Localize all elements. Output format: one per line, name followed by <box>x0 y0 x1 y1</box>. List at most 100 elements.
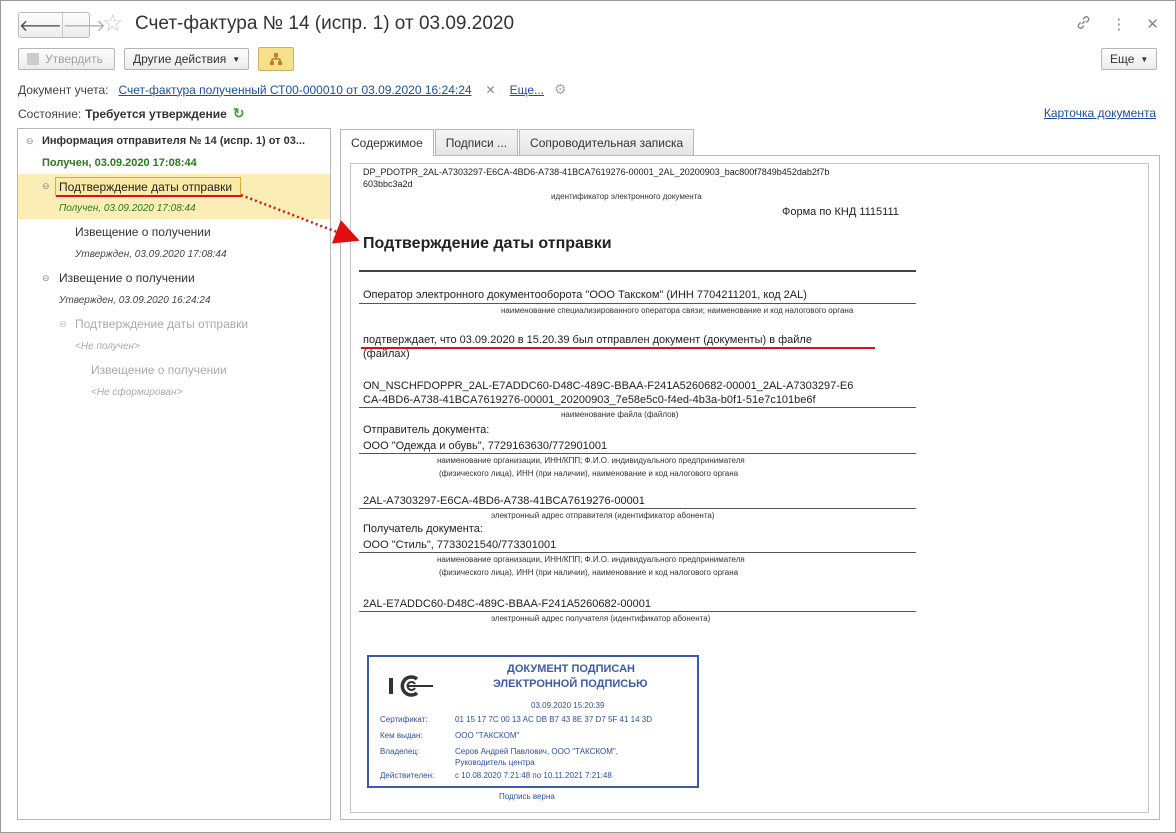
file-id-line: DP_PDOTPR_2AL-A7303297-E6CA-4BD6-A738-41… <box>363 167 830 177</box>
tree-item-label: Извещение о получении <box>91 363 227 377</box>
document-window: 🡐 🡒 ☆ Счет-фактура № 14 (испр. 1) от 03.… <box>0 0 1176 833</box>
favorite-star-icon[interactable]: ☆ <box>102 11 124 37</box>
content-panel: DP_PDOTPR_2AL-A7303297-E6CA-4BD6-A738-41… <box>340 155 1160 820</box>
tree-item-label: Подтверждение даты отправки <box>75 317 249 331</box>
document-tree: ⊖ Информация отправителя № 14 (испр. 1) … <box>17 128 331 820</box>
divider <box>359 453 916 454</box>
file-name-caption: наименование файла (файлов) <box>561 410 679 419</box>
document-label: Документ учета: <box>18 82 109 97</box>
back-arrow-icon[interactable]: 🡐 <box>19 13 62 37</box>
refresh-icon[interactable]: ↻ <box>233 105 245 122</box>
heading-divider <box>359 270 916 272</box>
tree-item-status: <Не получен> <box>75 341 140 352</box>
tree-item-status: Утвержден, 03.09.2020 16:24:24 <box>59 295 211 306</box>
stamp-valid-label: Действителен: <box>380 771 435 780</box>
hierarchy-icon <box>270 53 282 65</box>
window-title: Счет-фактура № 14 (испр. 1) от 03.09.202… <box>135 13 515 34</box>
more-button-label: Еще <box>1110 52 1135 66</box>
tree-root-status: Получен, 03.09.2020 17:08:44 <box>42 157 197 169</box>
annotation-underline <box>361 347 875 349</box>
1c-logo <box>389 675 433 697</box>
collapse-icon[interactable]: ⊖ <box>42 181 50 192</box>
navigation-buttons: 🡐 🡒 <box>18 12 106 38</box>
tab-content[interactable]: Содержимое <box>340 129 434 156</box>
link-icon[interactable] <box>1076 15 1091 34</box>
document-heading: Подтверждение даты отправки <box>363 235 612 252</box>
file-id-line: 603bbc3a2d <box>363 179 413 189</box>
window-controls: ⋮ ✕ <box>1076 15 1159 34</box>
more-vertical-icon[interactable]: ⋮ <box>1111 15 1126 34</box>
org-caption: (физического лица), ИНН (при наличии), н… <box>439 469 739 478</box>
receiver-address-caption: электронный адрес получателя (идентифика… <box>491 614 711 623</box>
close-icon[interactable]: ✕ <box>1146 15 1159 34</box>
document-view[interactable]: DP_PDOTPR_2AL-A7303297-E6CA-4BD6-A738-41… <box>350 163 1149 813</box>
collapse-icon[interactable]: ⊖ <box>59 319 67 330</box>
receiver-value: ООО "Стиль", 7733021540/773301001 <box>363 539 557 551</box>
stamp-title: ЭЛЕКТРОННОЙ ПОДПИСЬЮ <box>493 678 648 690</box>
sender-label: Отправитель документа: <box>363 424 490 436</box>
approve-icon <box>27 53 39 65</box>
form-code: Форма по КНД 1115111 <box>782 206 899 218</box>
tree-item-status: <Не сформирован> <box>91 387 183 398</box>
stamp-owner-label: Владелец: <box>380 747 420 756</box>
confirm-text: (файлах) <box>363 348 410 360</box>
content-tabs: Содержимое Подписи ... Сопроводительная … <box>340 129 695 156</box>
confirm-text: подтверждает, что 03.09.2020 в 15.20.39 … <box>363 334 812 346</box>
document-link[interactable]: Счет-фактура полученный СТ00-000010 от 0… <box>118 83 471 97</box>
stamp-owner-value: Руководитель центра <box>455 758 535 767</box>
approve-button[interactable]: Утвердить <box>18 48 115 70</box>
annotation-underline <box>56 195 242 197</box>
tree-root-label: Информация отправителя № 14 (испр. 1) от… <box>42 135 305 147</box>
stamp-datetime: 03.09.2020 15:20:39 <box>531 701 605 710</box>
chevron-down-icon: ▼ <box>232 54 241 64</box>
divider <box>359 611 916 612</box>
signature-status: Подпись верна <box>499 792 555 801</box>
document-card-link[interactable]: Карточка документа <box>1044 106 1156 120</box>
clear-icon[interactable]: ✕ <box>486 83 496 97</box>
divider <box>359 552 916 553</box>
divider <box>359 508 916 509</box>
signature-stamp: ДОКУМЕНТ ПОДПИСАН ЭЛЕКТРОННОЙ ПОДПИСЬЮ 0… <box>367 655 699 788</box>
approve-button-label: Утвердить <box>45 52 103 66</box>
forward-arrow-icon[interactable]: 🡒 <box>61 13 106 37</box>
tree-item-status: Получен, 03.09.2020 17:08:44 <box>59 203 196 214</box>
receiver-address: 2AL-E7ADDC60-D48C-489C-BBAA-F241A5260682… <box>363 598 651 610</box>
more-button[interactable]: Еще ▼ <box>1101 48 1157 70</box>
divider <box>359 407 916 408</box>
other-actions-label: Другие действия <box>133 52 227 66</box>
collapse-icon[interactable]: ⊖ <box>42 273 50 284</box>
org-caption: наименование организации, ИНН/КПП; Ф.И.О… <box>437 555 745 564</box>
divider <box>359 303 916 304</box>
tab-cover-note[interactable]: Сопроводительная записка <box>519 129 695 155</box>
stamp-owner-value: Серов Андрей Павлович, ООО "ТАКСКОМ", <box>455 747 618 756</box>
document-tree-button[interactable] <box>258 47 294 71</box>
stamp-cert-label: Сертификат: <box>380 715 428 724</box>
stamp-issuer-value: ООО "ТАКСКОМ" <box>455 731 520 740</box>
operator-text: Оператор электронного документооборота "… <box>363 289 807 301</box>
other-actions-button[interactable]: Другие действия ▼ <box>124 48 249 70</box>
sender-address-caption: электронный адрес отправителя (идентифик… <box>491 511 715 520</box>
tree-item-status: Утвержден, 03.09.2020 17:08:44 <box>75 249 227 260</box>
org-caption: (физического лица), ИНН (при наличии), н… <box>439 568 739 577</box>
tree-item-label: Извещение о получении <box>59 271 195 285</box>
chevron-down-icon: ▼ <box>1140 54 1149 64</box>
state-value: Требуется утверждение <box>85 106 227 121</box>
stamp-valid-value: с 10.08.2020 7:21:48 по 10.11.2021 7:21:… <box>455 771 612 780</box>
sender-address: 2AL-A7303297-E6CA-4BD6-A738-41BCA7619276… <box>363 495 645 507</box>
state-label: Состояние: <box>18 106 82 121</box>
tab-signatures[interactable]: Подписи ... <box>434 129 519 155</box>
file-id-caption: идентификатор электронного документа <box>551 192 702 201</box>
file-name-text: CA-4BD6-A738-41BCA7619276-00001_20200903… <box>363 394 816 406</box>
document-more-link[interactable]: Еще... <box>510 83 544 97</box>
tree-item-label: Подтверждение даты отправки <box>59 180 233 194</box>
document-row: Документ учета: Счет-фактура полученный … <box>18 81 567 98</box>
file-name-text: ON_NSCHFDOPPR_2AL-E7ADDC60-D48C-489C-BBA… <box>363 380 854 392</box>
stamp-issuer-label: Кем выдан: <box>380 731 423 740</box>
gear-icon[interactable]: ⚙ <box>554 81 567 98</box>
collapse-icon[interactable]: ⊖ <box>26 136 34 147</box>
operator-caption: наименование специализированного операто… <box>501 306 854 315</box>
tree-item-label: Извещение о получении <box>75 225 211 239</box>
receiver-label: Получатель документа: <box>363 523 483 535</box>
stamp-cert-value: 01 15 17 7C 00 13 AC DB B7 43 8E 37 D7 5… <box>455 715 653 724</box>
stamp-title: ДОКУМЕНТ ПОДПИСАН <box>507 663 635 675</box>
